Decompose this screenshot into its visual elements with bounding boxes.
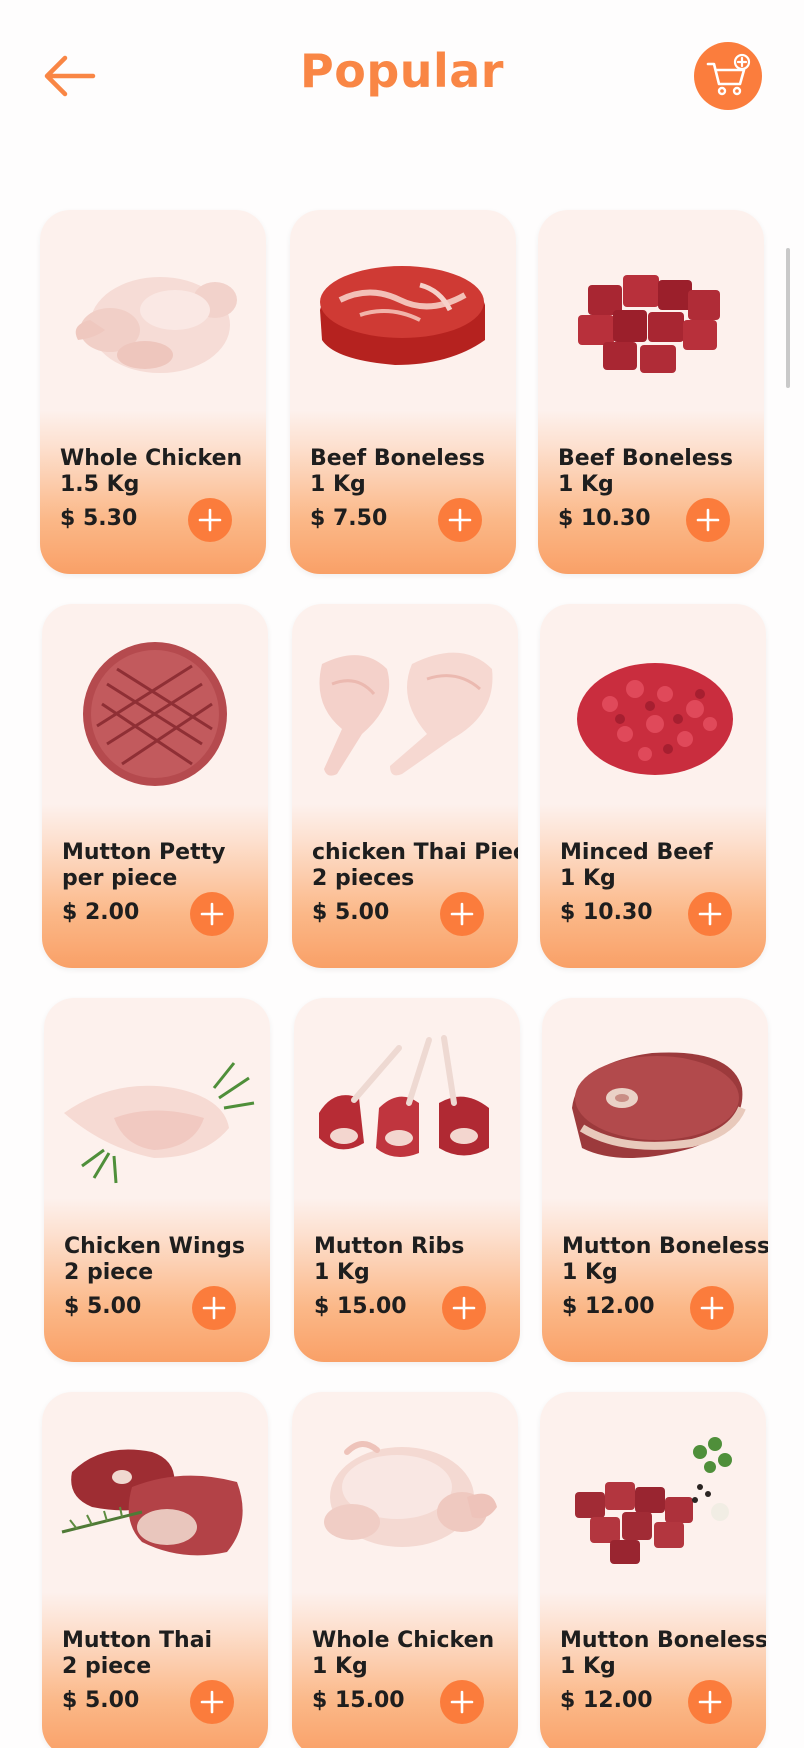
product-price: $ 10.30: [560, 900, 653, 925]
mutton-ribs-image: [304, 1018, 510, 1193]
product-price: $ 12.00: [560, 1688, 653, 1713]
product-grid: Whole Chicken 1.5 Kg $ 5.30 Beef Boneles…: [0, 0, 804, 1748]
plus-icon: [450, 902, 474, 926]
product-price: $ 5.00: [312, 900, 390, 925]
plus-icon: [452, 1296, 476, 1320]
product-weight: 2 piece: [64, 1260, 154, 1285]
add-to-cart-button[interactable]: [688, 1680, 732, 1724]
chicken-wings-image: [54, 1018, 260, 1193]
product-card[interactable]: Beef Boneless 1 Kg $ 10.30: [538, 210, 764, 574]
product-price: $ 7.50: [310, 506, 388, 531]
product-card[interactable]: Beef Boneless 1 Kg $ 7.50: [290, 210, 516, 574]
beef-steak-image: [300, 230, 506, 405]
plus-icon: [200, 902, 224, 926]
plus-icon: [448, 508, 472, 532]
product-price: $ 5.30: [60, 506, 138, 531]
product-name: chicken Thai Piece: [312, 840, 518, 865]
product-weight: 1 Kg: [560, 1654, 616, 1679]
add-to-cart-button[interactable]: [440, 892, 484, 936]
product-name: Beef Boneless: [310, 446, 485, 471]
product-price: $ 2.00: [62, 900, 140, 925]
product-card[interactable]: Whole Chicken 1.5 Kg $ 5.30: [40, 210, 266, 574]
plus-icon: [198, 508, 222, 532]
product-weight: 1 Kg: [314, 1260, 370, 1285]
add-to-cart-button[interactable]: [690, 1286, 734, 1330]
patty-image: [52, 624, 258, 799]
product-name: Mutton Boneless: [562, 1234, 768, 1259]
whole-chicken-image: [50, 230, 256, 405]
product-card[interactable]: Mutton Petty per piece $ 2.00: [42, 604, 268, 968]
plus-icon: [450, 1690, 474, 1714]
mutton-cubes-image: [550, 1412, 756, 1587]
product-weight: 1 Kg: [312, 1654, 368, 1679]
product-name: Mutton Boneless: [560, 1628, 766, 1653]
product-price: $ 15.00: [314, 1294, 407, 1319]
product-name: Chicken Wings: [64, 1234, 245, 1259]
product-name: Mutton Thai: [62, 1628, 213, 1653]
add-to-cart-button[interactable]: [442, 1286, 486, 1330]
product-price: $ 12.00: [562, 1294, 655, 1319]
product-price: $ 5.00: [64, 1294, 142, 1319]
product-weight: 1 Kg: [558, 472, 614, 497]
plus-icon: [698, 902, 722, 926]
add-to-cart-button[interactable]: [188, 498, 232, 542]
plus-icon: [200, 1690, 224, 1714]
product-card[interactable]: Chicken Wings 2 piece $ 5.00: [44, 998, 270, 1362]
minced-beef-image: [550, 624, 756, 799]
product-name: Beef Boneless: [558, 446, 733, 471]
add-to-cart-button[interactable]: [688, 892, 732, 936]
add-to-cart-button[interactable]: [440, 1680, 484, 1724]
product-card[interactable]: Mutton Boneless 1 Kg $ 12.00: [540, 1392, 766, 1748]
product-card[interactable]: chicken Thai Piece 2 pieces $ 5.00: [292, 604, 518, 968]
mutton-steak-image: [552, 1018, 758, 1193]
plus-icon: [698, 1690, 722, 1714]
product-card[interactable]: Minced Beef 1 Kg $ 10.30: [540, 604, 766, 968]
product-card[interactable]: Mutton Boneless 1 Kg $ 12.00: [542, 998, 768, 1362]
add-to-cart-button[interactable]: [190, 1680, 234, 1724]
chicken-legs-image: [302, 624, 508, 799]
plus-icon: [696, 508, 720, 532]
product-name: Whole Chicken: [312, 1628, 495, 1653]
product-card[interactable]: Mutton Ribs 1 Kg $ 15.00: [294, 998, 520, 1362]
product-name: Minced Beef: [560, 840, 713, 865]
product-name: Whole Chicken: [60, 446, 243, 471]
product-weight: 1 Kg: [310, 472, 366, 497]
product-weight: 1 Kg: [560, 866, 616, 891]
popular-screen: Popular Whole Chicken 1.5 Kg $ 5.30 Beef…: [0, 0, 804, 1748]
plus-icon: [700, 1296, 724, 1320]
add-to-cart-button[interactable]: [438, 498, 482, 542]
product-weight: 1.5 Kg: [60, 472, 140, 497]
product-name: Mutton Petty: [62, 840, 226, 865]
product-price: $ 10.30: [558, 506, 651, 531]
add-to-cart-button[interactable]: [686, 498, 730, 542]
beef-cubes-image: [548, 230, 754, 405]
product-card[interactable]: Mutton Thai 2 piece $ 5.00: [42, 1392, 268, 1748]
product-price: $ 5.00: [62, 1688, 140, 1713]
product-price: $ 15.00: [312, 1688, 405, 1713]
product-card[interactable]: Whole Chicken 1 Kg $ 15.00: [292, 1392, 518, 1748]
product-weight: 2 piece: [62, 1654, 152, 1679]
mutton-leg-image: [52, 1412, 258, 1587]
plus-icon: [202, 1296, 226, 1320]
whole-chicken-2-image: [302, 1412, 508, 1587]
product-weight: per piece: [62, 866, 178, 891]
add-to-cart-button[interactable]: [192, 1286, 236, 1330]
product-weight: 2 pieces: [312, 866, 415, 891]
product-weight: 1 Kg: [562, 1260, 618, 1285]
product-name: Mutton Ribs: [314, 1234, 465, 1259]
add-to-cart-button[interactable]: [190, 892, 234, 936]
